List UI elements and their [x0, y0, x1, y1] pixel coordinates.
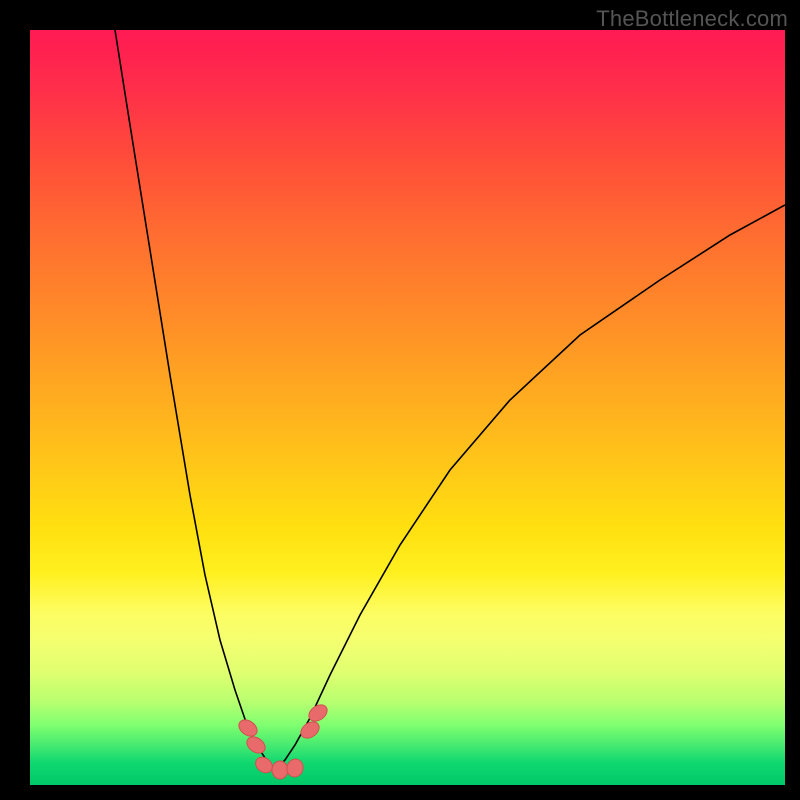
- data-marker: [244, 734, 268, 757]
- marker-group: [236, 702, 330, 779]
- chart-svg: [30, 30, 785, 785]
- curve-left-branch: [115, 30, 275, 770]
- data-marker: [272, 761, 288, 779]
- data-marker: [306, 702, 330, 725]
- watermark-text: TheBottleneck.com: [596, 6, 788, 32]
- chart-plot-area: [30, 30, 785, 785]
- data-marker: [298, 719, 322, 742]
- data-marker: [236, 717, 260, 740]
- data-marker: [285, 757, 305, 779]
- curve-right-branch: [275, 205, 785, 770]
